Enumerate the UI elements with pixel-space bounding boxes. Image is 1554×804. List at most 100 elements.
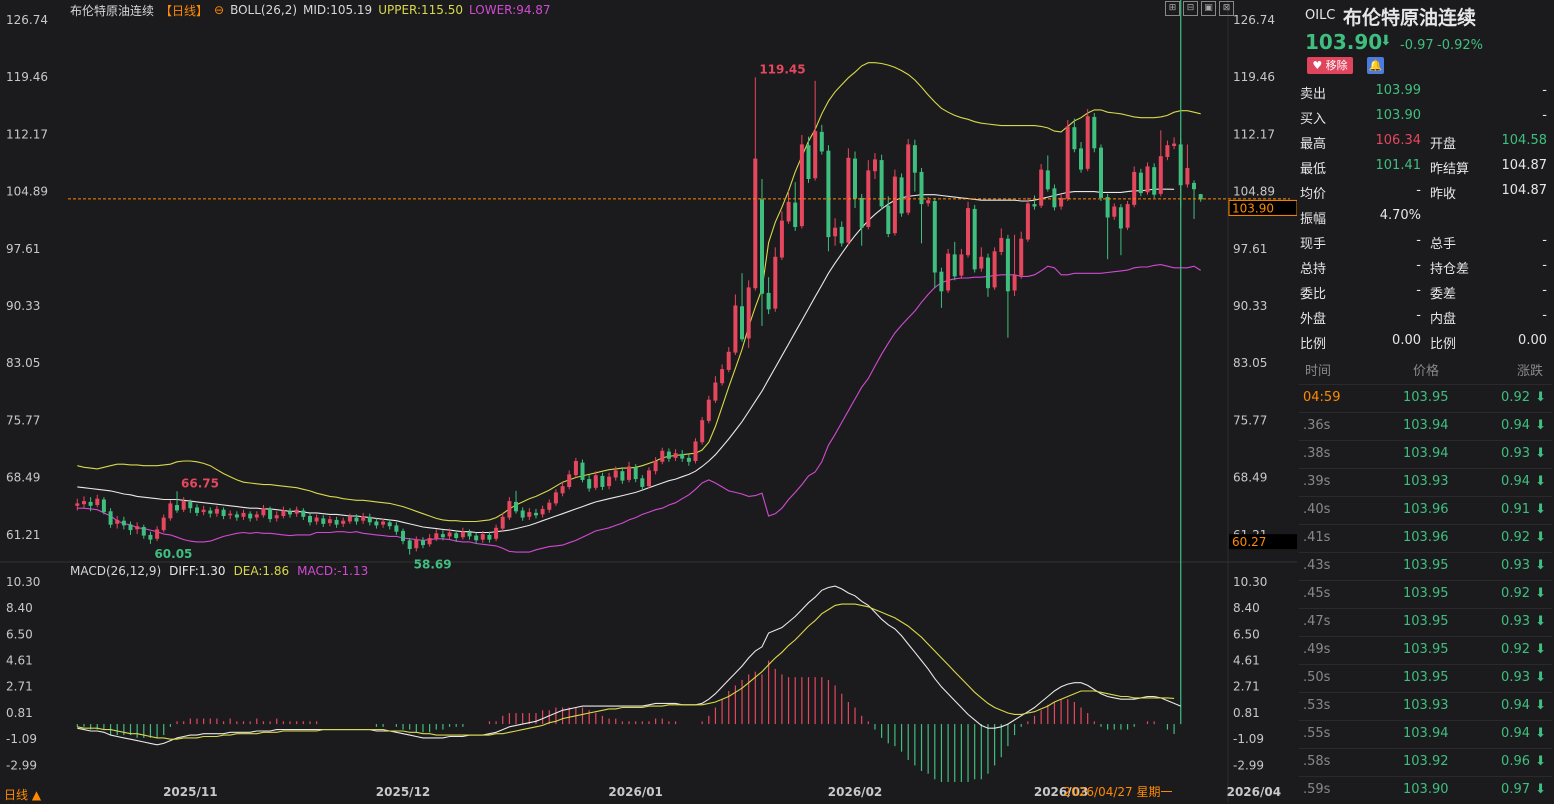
price-tick-left: 90.33: [6, 299, 40, 313]
candle-body: [1172, 143, 1177, 146]
candle-body: [128, 524, 133, 531]
layout-icon[interactable]: ⊞: [1165, 1, 1180, 16]
candle-body: [1052, 188, 1057, 208]
tick-row[interactable]: 04:59 103.95 0.92 ⬇: [1299, 384, 1552, 412]
candle-body: [799, 144, 804, 227]
price-tick-left: 61.21: [6, 528, 40, 542]
tick-row[interactable]: .47s 103.95 0.93 ⬇: [1299, 608, 1552, 636]
split-icon[interactable]: ⊟: [1183, 1, 1198, 16]
quote-label: 总持: [1300, 262, 1327, 277]
tick-row[interactable]: .59s 103.90 0.97 ⬇: [1299, 776, 1552, 804]
tick-row[interactable]: .40s 103.96 0.91 ⬇: [1299, 496, 1552, 524]
tick-row[interactable]: .49s 103.95 0.92 ⬇: [1299, 636, 1552, 664]
candle-body: [1085, 116, 1090, 169]
candle-body: [427, 538, 432, 545]
tick-down-arrow-icon: ⬇: [1535, 390, 1546, 405]
macd-tick-right: -2.99: [1233, 758, 1264, 772]
chart-header: 布伦特原油连续 【日线】 ⊖ BOLL(26,2) MID:105.19 UPP…: [70, 2, 551, 18]
price-change: -0.97: [1400, 38, 1434, 53]
candle-body: [261, 508, 266, 516]
tick-price: 103.95: [1403, 670, 1449, 685]
tick-down-arrow-icon: ⬇: [1535, 502, 1546, 517]
candle-body: [713, 382, 718, 401]
candle-body: [839, 226, 844, 244]
bell-icon[interactable]: 🔔: [1367, 57, 1384, 74]
macd-label: MACD(26,12,9): [70, 564, 162, 578]
boll-lower: LOWER:94.87: [469, 3, 551, 17]
candle-body: [361, 516, 366, 521]
candle-body: [686, 457, 691, 462]
remove-button[interactable]: ♥ 移除: [1307, 57, 1353, 74]
tick-row[interactable]: .58s 103.92 0.96 ⬇: [1299, 748, 1552, 776]
candle-body: [886, 205, 891, 234]
quote-label: 买入: [1300, 112, 1327, 127]
tick-row[interactable]: .53s 103.93 0.94 ⬇: [1299, 692, 1552, 720]
candle-body: [387, 522, 392, 527]
period-selector[interactable]: 【日线】: [160, 2, 208, 19]
tick-row[interactable]: .41s 103.96 0.92 ⬇: [1299, 524, 1552, 552]
tick-row[interactable]: .36s 103.94 0.94 ⬇: [1299, 412, 1552, 440]
tick-down-arrow-icon: ⬇: [1535, 530, 1546, 545]
tick-price: 103.92: [1403, 754, 1449, 769]
tick-time: .39s: [1303, 474, 1331, 489]
candle-body: [587, 479, 592, 489]
candle-body: [101, 499, 106, 513]
quote-row: 最低 101.41 昨结算 104.87: [1297, 154, 1554, 179]
period-toggle-icon[interactable]: ⊖: [214, 3, 224, 17]
macd-tick-left: -1.09: [6, 732, 37, 746]
tick-row[interactable]: .45s 103.95 0.92 ⬇: [1299, 580, 1552, 608]
candle-body: [760, 199, 764, 294]
maximize-icon[interactable]: ▣: [1201, 1, 1216, 16]
candle-body: [693, 441, 698, 461]
candle-body: [1118, 207, 1123, 229]
tick-row[interactable]: .38s 103.94 0.93 ⬇: [1299, 440, 1552, 468]
tick-row[interactable]: .50s 103.95 0.93 ⬇: [1299, 664, 1552, 692]
candle-body: [859, 197, 864, 228]
candle-body: [181, 501, 186, 510]
price-change-pct: -0.92%: [1437, 38, 1483, 53]
tick-row[interactable]: .39s 103.93 0.94 ⬇: [1299, 468, 1552, 496]
tick-change: 0.92: [1501, 530, 1530, 545]
quote-label2: 持仓差: [1430, 262, 1470, 277]
candle-body: [135, 526, 140, 530]
x-tick-label: 2025/12: [376, 785, 430, 799]
close-icon[interactable]: ⊠: [1219, 1, 1234, 16]
quote-row: 总持 - 持仓差 -: [1297, 254, 1554, 279]
quote-label2: 委差: [1430, 287, 1457, 302]
tick-change: 0.94: [1501, 698, 1530, 713]
quote-label2: 总手: [1430, 237, 1457, 252]
macd-tick-left: 6.50: [6, 627, 33, 641]
candle-body: [1145, 166, 1150, 193]
tick-row[interactable]: .55s 103.94 0.94 ⬇: [1299, 720, 1552, 748]
candle-body: [467, 532, 472, 537]
price-tick-left: 119.46: [6, 70, 48, 84]
tick-down-arrow-icon: ⬇: [1535, 782, 1546, 797]
candle-body: [381, 521, 386, 525]
period-switch-button[interactable]: 日线 ▲: [4, 786, 41, 803]
kline-chart[interactable]: 126.74 126.74 119.46 119.46 112.17 112.17 104.…: [0, 0, 1297, 802]
candle-body: [613, 470, 618, 478]
quote-label2: 内盘: [1430, 312, 1457, 327]
sidebar-name: 布伦特原油连续: [1343, 7, 1477, 29]
price-tick-left: 68.49: [6, 471, 40, 485]
extreme-annotation: 58.69: [414, 558, 452, 572]
candle-body: [547, 502, 552, 510]
tick-time: .45s: [1303, 586, 1331, 601]
candle-body: [141, 527, 146, 536]
sidebar-code: OILC: [1305, 8, 1336, 23]
candle-body: [394, 525, 399, 532]
candle-body: [347, 516, 352, 522]
candle-body: [959, 254, 964, 276]
candle-body: [573, 461, 578, 476]
candle-body: [321, 518, 326, 524]
quote-value: 106.34: [1375, 133, 1422, 148]
quote-value2: -: [1542, 258, 1547, 273]
quote-row: 现手 - 总手 -: [1297, 229, 1554, 254]
boll-upper-line: [77, 62, 1201, 523]
tick-price: 103.95: [1403, 642, 1449, 657]
tick-down-arrow-icon: ⬇: [1535, 446, 1546, 461]
candle-body: [846, 157, 851, 243]
quote-value2: -: [1542, 283, 1547, 298]
candle-body: [826, 150, 831, 238]
tick-row[interactable]: .43s 103.95 0.93 ⬇: [1299, 552, 1552, 580]
